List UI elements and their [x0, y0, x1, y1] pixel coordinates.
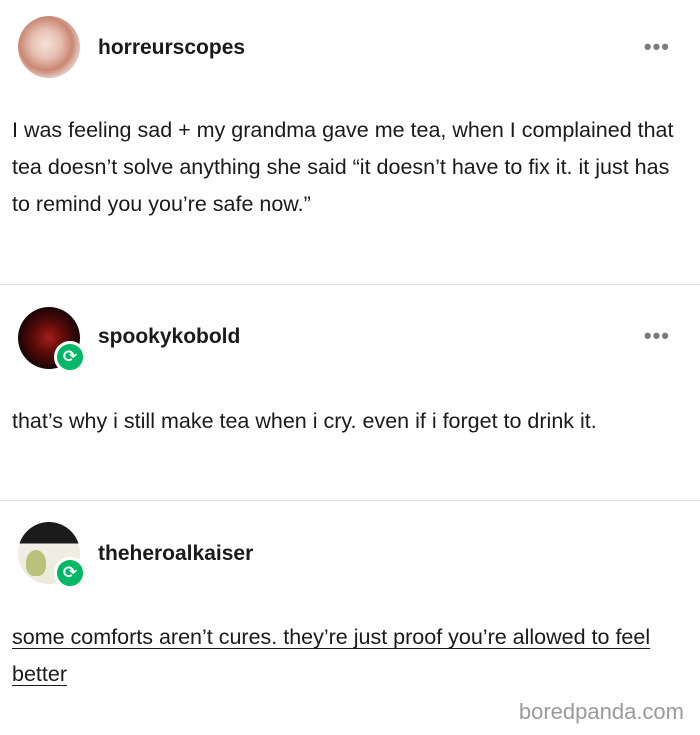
watermark: boredpanda.com [518, 699, 684, 724]
username[interactable]: spookykobold [98, 325, 240, 349]
post-body: I was feeling sad + my grandma gave me t… [12, 118, 674, 216]
username[interactable]: horreurscopes [98, 36, 245, 60]
reblog-icon: ⟳ [54, 557, 86, 589]
reblog-icon: ⟳ [54, 341, 86, 373]
more-options-icon[interactable]: ••• [644, 325, 670, 347]
post-body: some comforts aren’t cures. they’re just… [12, 625, 651, 686]
avatar[interactable] [18, 16, 80, 78]
post-spookykobold: ⟳ spookykobold ••• that’s why i still ma… [0, 285, 700, 500]
username[interactable]: theheroalkaiser [98, 542, 253, 566]
more-options-icon[interactable]: ••• [644, 36, 670, 58]
post-body: that’s why i still make tea when i cry. … [12, 409, 597, 433]
post-horreurscopes: horreurscopes ••• I was feeling sad + my… [0, 0, 700, 284]
avatar-illustration [26, 550, 46, 576]
